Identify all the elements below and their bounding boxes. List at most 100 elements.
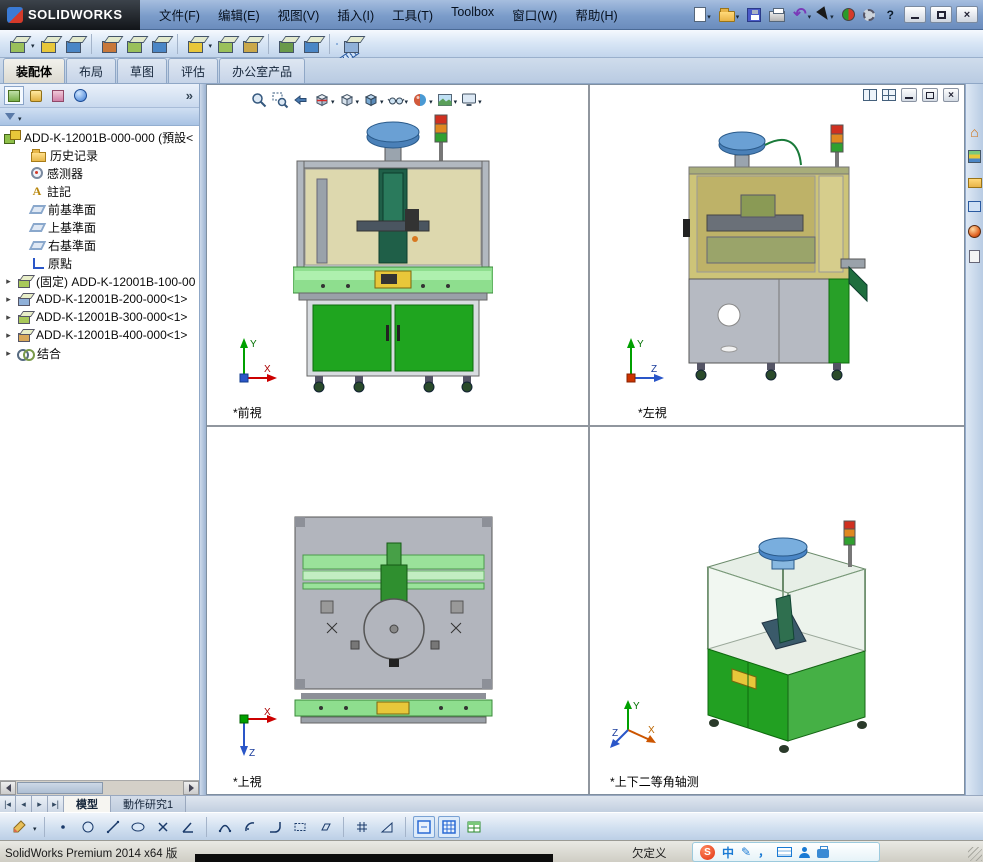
tangent-arc-button[interactable] bbox=[264, 816, 286, 838]
dropdown-caret-icon[interactable] bbox=[380, 93, 384, 107]
scrollbar-thumb[interactable] bbox=[17, 782, 103, 794]
view-palette-tab[interactable] bbox=[967, 199, 982, 214]
open-document-button[interactable] bbox=[717, 3, 742, 27]
three-point-arc-button[interactable] bbox=[214, 816, 236, 838]
tables-button[interactable] bbox=[463, 816, 485, 838]
insert-components-button[interactable] bbox=[6, 32, 29, 55]
centerline-cross-button[interactable] bbox=[152, 816, 174, 838]
section-view-button[interactable] bbox=[312, 90, 336, 110]
dropdown-caret-icon[interactable] bbox=[209, 37, 213, 51]
linear-sketch-pattern-button[interactable] bbox=[351, 816, 373, 838]
tree-item-sensors[interactable]: 感测器 bbox=[0, 164, 199, 182]
menu-tools[interactable]: 工具(T) bbox=[383, 1, 442, 28]
save-button[interactable] bbox=[745, 3, 763, 27]
file-explorer-tab[interactable] bbox=[967, 174, 982, 189]
appearances-tab[interactable] bbox=[967, 224, 982, 239]
point-tool-button[interactable] bbox=[52, 816, 74, 838]
line-tool-button[interactable] bbox=[102, 816, 124, 838]
view-settings-button[interactable] bbox=[459, 90, 483, 110]
menu-file[interactable]: 文件(F) bbox=[150, 1, 209, 28]
tree-item-front-plane[interactable]: 前基準面 bbox=[0, 200, 199, 218]
sketch-button[interactable] bbox=[8, 816, 30, 838]
new-document-button[interactable] bbox=[692, 3, 713, 27]
menu-window[interactable]: 窗口(W) bbox=[503, 1, 566, 28]
options-button[interactable] bbox=[861, 3, 877, 27]
soft-keyboard-icon[interactable] bbox=[776, 847, 792, 857]
show-hidden-components-button[interactable] bbox=[148, 32, 171, 55]
parallelogram-button[interactable] bbox=[314, 816, 336, 838]
ime-handwriting-icon[interactable]: ✎ bbox=[741, 845, 751, 859]
scroll-left-button[interactable] bbox=[0, 781, 16, 795]
view-orientation-button[interactable] bbox=[337, 90, 361, 110]
tree-item-annotations[interactable]: A 註記 bbox=[0, 182, 199, 200]
display-style-button[interactable] bbox=[361, 90, 385, 110]
filter-dropdown-icon[interactable] bbox=[18, 110, 22, 124]
expand-arrow-icon[interactable]: ▸ bbox=[4, 294, 13, 305]
new-motion-study-button[interactable] bbox=[239, 32, 262, 55]
home-tab[interactable]: ⌂ bbox=[967, 124, 982, 139]
print-button[interactable] bbox=[767, 3, 787, 27]
edit-appearance-button[interactable] bbox=[410, 90, 434, 110]
propertymanager-tab[interactable] bbox=[26, 86, 46, 105]
tree-item-right-plane[interactable]: 右基準面 bbox=[0, 236, 199, 254]
help-button[interactable]: ? bbox=[881, 8, 900, 22]
grid-system-button[interactable] bbox=[437, 815, 460, 838]
menu-view[interactable]: 视图(V) bbox=[269, 1, 329, 28]
linear-component-pattern-button[interactable] bbox=[62, 32, 85, 55]
dropdown-caret-icon[interactable] bbox=[707, 8, 711, 22]
tree-item-top-plane[interactable]: 上基準面 bbox=[0, 218, 199, 236]
dropdown-caret-icon[interactable] bbox=[331, 93, 335, 107]
tree-item-component-300[interactable]: ▸ ADD-K-12001B-300-000<1> bbox=[0, 308, 199, 326]
featuremanager-tab[interactable] bbox=[4, 86, 24, 105]
circle-tool-button[interactable] bbox=[77, 816, 99, 838]
window-close-button[interactable]: × bbox=[956, 6, 978, 23]
tab-sketch[interactable]: 草图 bbox=[117, 58, 168, 83]
menu-toolbox[interactable]: Toolbox bbox=[442, 1, 503, 28]
four-pane-button[interactable] bbox=[881, 89, 896, 101]
tree-item-component-100[interactable]: ▸ (固定) ADD-K-12001B-100-00 bbox=[0, 272, 199, 290]
angle-line-button[interactable] bbox=[177, 816, 199, 838]
exploded-view-button[interactable] bbox=[300, 32, 323, 55]
centerpoint-arc-button[interactable] bbox=[239, 816, 261, 838]
tab-office-products[interactable]: 办公室产品 bbox=[219, 58, 306, 83]
measure-button[interactable] bbox=[336, 42, 339, 45]
viewport-pane-isometric[interactable]: Y X Z *上下二等角轴测 bbox=[590, 427, 964, 794]
dropdown-caret-icon[interactable] bbox=[405, 93, 409, 107]
instant-3d-button[interactable] bbox=[340, 32, 363, 55]
move-component-button[interactable] bbox=[123, 32, 146, 55]
tree-item-history[interactable]: 历史记录 bbox=[0, 146, 199, 164]
assembly-features-button[interactable] bbox=[184, 32, 207, 55]
expand-arrow-icon[interactable]: ▸ bbox=[4, 348, 13, 359]
tree-item-component-200[interactable]: ▸ ADD-K-12001B-200-000<1> bbox=[0, 290, 199, 308]
doc-restore-button[interactable] bbox=[921, 88, 938, 102]
undo-button[interactable]: ↶ bbox=[791, 3, 813, 27]
previous-view-button[interactable] bbox=[291, 90, 311, 110]
model-left-view[interactable] bbox=[683, 119, 868, 384]
plane-tool-button[interactable] bbox=[412, 815, 435, 838]
displaymanager-tab[interactable] bbox=[70, 86, 90, 105]
dropdown-caret-icon[interactable] bbox=[31, 37, 35, 51]
tab-scroll-prev-button[interactable]: ◂ bbox=[16, 796, 32, 812]
window-maximize-button[interactable] bbox=[930, 6, 952, 23]
custom-properties-tab[interactable] bbox=[967, 249, 982, 264]
doc-minimize-button[interactable] bbox=[900, 88, 917, 102]
panel-overflow-button[interactable]: » bbox=[186, 88, 195, 103]
ime-user-icon[interactable] bbox=[798, 846, 810, 858]
ime-punctuation-toggle[interactable]: ， bbox=[758, 844, 770, 860]
dropdown-caret-icon[interactable] bbox=[478, 93, 482, 107]
configurationmanager-tab[interactable] bbox=[48, 86, 68, 105]
doc-close-button[interactable]: × bbox=[942, 88, 959, 102]
tab-layout[interactable]: 布局 bbox=[66, 58, 117, 83]
dropdown-caret-icon[interactable] bbox=[429, 93, 433, 107]
ellipse-tool-button[interactable] bbox=[127, 816, 149, 838]
tab-scroll-first-button[interactable]: |◂ bbox=[0, 796, 16, 812]
tab-model[interactable]: 模型 bbox=[64, 796, 111, 812]
dropdown-caret-icon[interactable] bbox=[736, 8, 740, 22]
tree-item-mates[interactable]: ▸ 结合 bbox=[0, 344, 199, 362]
model-top-view[interactable] bbox=[291, 513, 496, 728]
bill-of-materials-button[interactable] bbox=[275, 32, 298, 55]
model-isometric-view[interactable] bbox=[680, 503, 890, 758]
ime-language-toggle[interactable]: 中 bbox=[722, 844, 734, 861]
tree-item-origin[interactable]: 原點 bbox=[0, 254, 199, 272]
viewport-pane-front[interactable]: Y X *前視 bbox=[207, 85, 591, 427]
